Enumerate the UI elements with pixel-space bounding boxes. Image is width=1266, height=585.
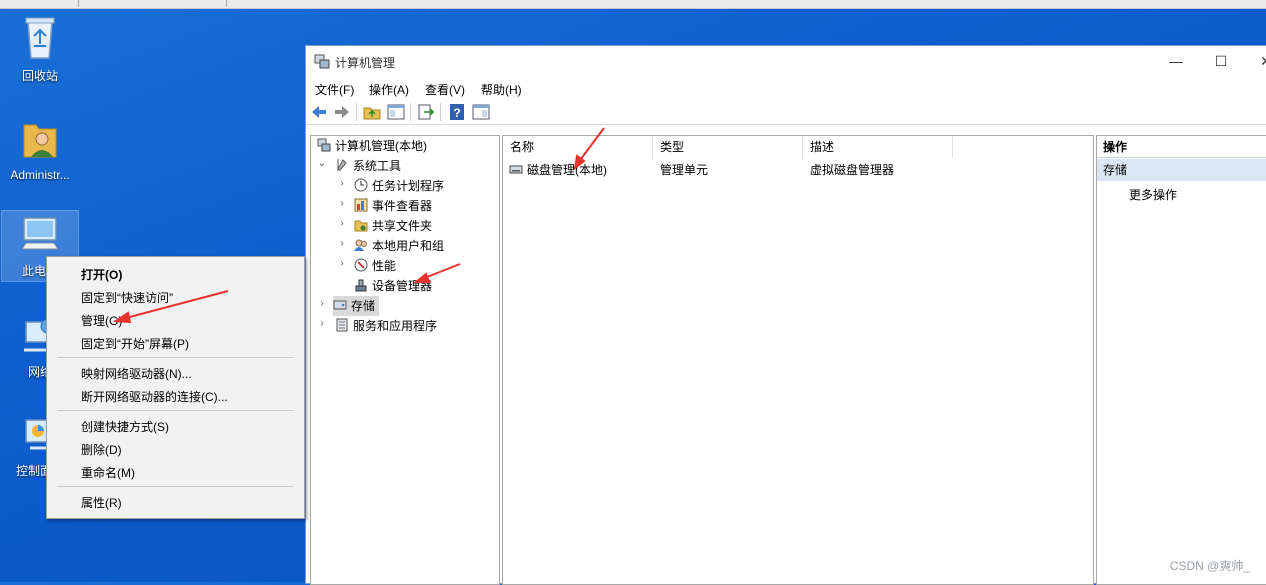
watermark: CSDN @爽帅_ xyxy=(1169,559,1250,573)
annotation-arrowhead xyxy=(113,311,132,324)
annotation-arrowhead xyxy=(413,272,431,283)
annotation-arrow xyxy=(577,127,605,164)
annotation-arrows xyxy=(113,127,605,324)
annotation-arrow xyxy=(121,290,229,320)
